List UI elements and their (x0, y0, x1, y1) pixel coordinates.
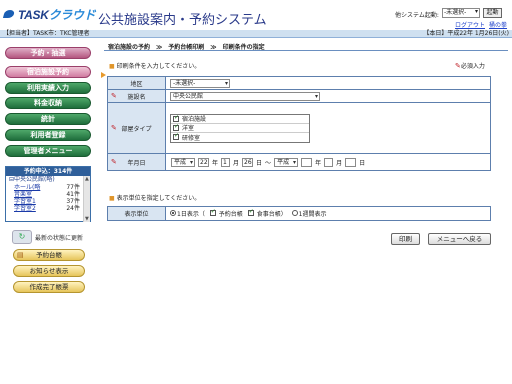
year-unit: 年 (212, 159, 219, 167)
day-from-input[interactable]: 26 (242, 157, 254, 167)
era-from-select[interactable]: 平成 (171, 157, 195, 167)
other-system-select[interactable]: -未選択- (442, 8, 480, 18)
book-icon: ▤ (17, 251, 24, 259)
reservation-summary-panel: 予約申込：314件 ⊟中央公民館(略) ホール(略 77件 音楽室 41件 学習室1… (5, 166, 91, 222)
launch-button[interactable]: 起動 (483, 8, 502, 18)
area-label: 地区 (107, 76, 166, 90)
refresh-icon: ↻ (12, 230, 32, 244)
date-label: ✎ 年月日 (107, 153, 166, 171)
room-type-list: 宿泊施設 洋室 研修室 (170, 113, 310, 143)
area-select[interactable]: -未選択- (170, 78, 230, 88)
back-to-menu-button[interactable]: メニューへ戻る (428, 233, 491, 245)
year-unit: 年 (315, 159, 322, 167)
logout-link[interactable]: ログアウト (455, 20, 485, 29)
required-pencil-icon: ✎ (111, 124, 117, 132)
summary-scrollbar[interactable] (83, 176, 90, 222)
list-item[interactable]: ホール(略 77件 (6, 184, 90, 191)
radio-button[interactable] (170, 210, 176, 217)
display-unit-label: 表示単位 (107, 206, 166, 221)
era-to-select[interactable]: 平成 (274, 157, 299, 167)
summary-group: ⊟中央公民館(略) (9, 176, 55, 183)
checkbox[interactable] (247, 208, 254, 217)
active-item-arrow-icon (101, 72, 106, 78)
facility-select[interactable]: 中央公民館 (170, 91, 320, 101)
month-unit: 月 (233, 159, 240, 167)
day-to-input[interactable] (345, 157, 357, 167)
facility-label: ✎ 施設名 (107, 89, 166, 103)
list-item[interactable]: 学習室2 24件 (6, 205, 90, 212)
month-unit: 月 (336, 159, 343, 167)
required-pencil-icon: ✎ (111, 158, 117, 166)
month-to-input[interactable] (324, 157, 334, 167)
nav-reservation-lottery[interactable]: 予約・抽選 (5, 47, 91, 59)
room-type-label: ✎ 部屋タイプ (107, 102, 166, 154)
print-button[interactable]: 印刷 (391, 233, 420, 245)
checkbox[interactable] (173, 123, 179, 131)
logo-sub: クラウド (48, 7, 96, 22)
room-type-option[interactable]: 洋室 (171, 123, 309, 133)
room-type-option[interactable]: 研修室 (171, 132, 309, 142)
unit-option-ledger[interactable]: 予約台帳 (209, 208, 243, 218)
list-item[interactable]: 音楽室 41件 (6, 191, 90, 198)
required-legend: ✎必須入力 (455, 62, 485, 70)
nav-usage-record[interactable]: 利用実績入力 (5, 82, 91, 94)
status-bar: 【担当者】TASK市：TKC管理者 【本日】平成22年 1月26日(火) (0, 30, 512, 38)
instruction-display-unit: ■ 表示単位を指定してください。 (109, 195, 201, 202)
nav-admin-menu[interactable]: 管理者メニュー (5, 145, 91, 157)
completed-forms-button[interactable]: 作成完了帳票 (13, 281, 85, 293)
nav-user-registration[interactable]: 利用者登録 (5, 129, 91, 141)
range-separator: ～ (265, 159, 272, 167)
refresh-button[interactable]: ↻ 最新の状態に更新 (12, 230, 83, 244)
instruction-conditions: ■ 印刷条件を入力してください。 (109, 63, 201, 70)
task-cloud-logo: TASKクラウド (4, 7, 96, 22)
nav-fee-collection[interactable]: 料金収納 (5, 97, 91, 109)
print-conditions-form: 地区 -未選択- ✎施設名 中央公民館 ✎部屋タイプ 宿泊施設 洋室 研修室 ✎… (107, 76, 491, 171)
display-unit-form: 表示単位 1日表示（ 予約台帳 食事台帳） 1週間表示 (107, 206, 491, 221)
refresh-label: 最新の状態に更新 (35, 234, 84, 242)
list-item[interactable]: 学習室1 37件 (6, 198, 90, 205)
app-title: 公共施設案内・予約システム (98, 13, 267, 28)
nav-lodging-reservation[interactable]: 宿泊施設予約 (5, 66, 91, 78)
logo-main: TASK (18, 7, 49, 22)
day-unit: 日 (256, 159, 263, 167)
checkbox[interactable] (173, 114, 179, 122)
radio-button[interactable] (291, 210, 298, 217)
other-system-label: 他システム起動: (395, 12, 439, 19)
logo-mark-icon (4, 9, 16, 19)
nav-statistics[interactable]: 統計 (5, 113, 91, 125)
app-window: TASKクラウド 公共施設案内・予約システム 他システム起動: -未選択- 起動… (0, 0, 512, 384)
year-from-input[interactable]: 22 (198, 157, 209, 167)
divider (104, 50, 508, 51)
year-to-input[interactable] (301, 157, 313, 167)
date-range: 平成 22 年 1 月 26 日 ～ 平成 年 月 日 (170, 157, 490, 167)
checkbox[interactable] (209, 208, 216, 217)
day-unit: 日 (359, 159, 366, 167)
show-notices-button[interactable]: お知らせ表示 (13, 265, 85, 277)
unit-option-daily[interactable]: 1日表示（ (170, 209, 205, 218)
help-link[interactable]: 桶の拳 (489, 20, 507, 29)
current-user: 【担当者】TASK市：TKC管理者 (3, 30, 90, 37)
today-date: 【本日】平成22年 1月26日(火) (423, 30, 509, 37)
reservation-ledger-button[interactable]: ▤ 予約台帳 (13, 249, 85, 261)
unit-option-weekly[interactable]: 1週間表示 (291, 209, 326, 218)
unit-option-meal[interactable]: 食事台帳） (247, 208, 287, 218)
required-pencil-icon: ✎ (111, 92, 117, 100)
month-from-input[interactable]: 1 (221, 157, 231, 167)
checkbox[interactable] (173, 132, 179, 140)
summary-title: 予約申込：314件 (6, 167, 90, 176)
